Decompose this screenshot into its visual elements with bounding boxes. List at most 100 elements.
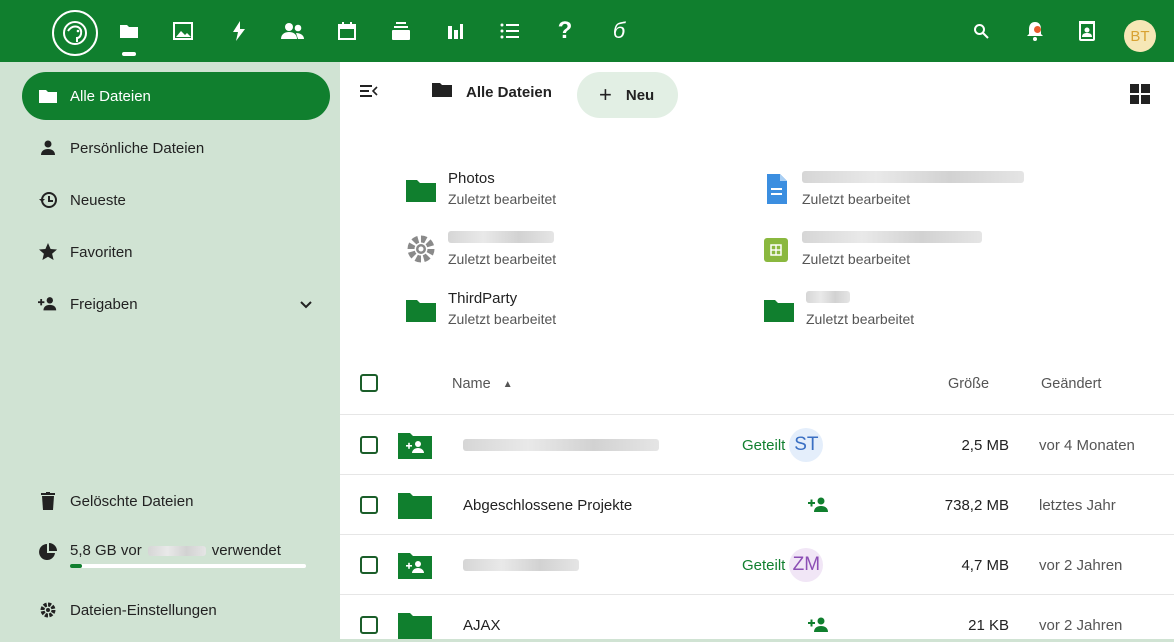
search-icon[interactable] bbox=[968, 18, 994, 44]
new-button[interactable]: + Neu bbox=[577, 72, 678, 118]
recent-item-folder[interactable]: Zuletzt bearbeitet bbox=[764, 290, 914, 327]
recent-item-name-redacted bbox=[802, 171, 1024, 183]
folder-icon bbox=[398, 595, 432, 642]
chevron-down-icon[interactable] bbox=[300, 296, 312, 313]
shared-label[interactable]: Geteilt bbox=[742, 557, 785, 574]
breadcrumb-label: Alle Dateien bbox=[466, 83, 552, 101]
gear-icon bbox=[38, 600, 58, 620]
sidebar-item-settings[interactable]: Dateien-Einstellungen bbox=[22, 586, 330, 634]
file-modified: vor 2 Jahren bbox=[1039, 556, 1123, 574]
quota-text: 5,8 GB vor verwendet bbox=[70, 542, 281, 559]
sidebar-quota[interactable]: 5,8 GB vor verwendet bbox=[22, 528, 330, 576]
sidebar-item-label: Alle Dateien bbox=[70, 87, 151, 105]
contacts-app-icon[interactable] bbox=[280, 18, 306, 44]
recent-item-photos[interactable]: Photos Zuletzt bearbeitet bbox=[406, 170, 556, 207]
recent-item-name-redacted bbox=[802, 231, 982, 243]
share-icon bbox=[38, 294, 58, 314]
file-name[interactable]: Abgeschlossene Projekte bbox=[463, 475, 632, 535]
sidebar-item-trash[interactable]: Gelöschte Dateien bbox=[22, 477, 330, 525]
quota-progress-fill bbox=[70, 564, 82, 568]
recent-item-sub: Zuletzt bearbeitet bbox=[802, 191, 911, 207]
tasks-app-icon[interactable] bbox=[497, 18, 523, 44]
row-checkbox[interactable] bbox=[360, 436, 378, 454]
quota-total-redacted bbox=[147, 545, 206, 556]
sort-ascending-icon: ▲ bbox=[502, 378, 513, 390]
sidebar-item-shares[interactable]: Freigaben bbox=[22, 280, 330, 328]
table-row[interactable]: Abgeschlossene Projekte 738,2 MB letztes… bbox=[340, 474, 1174, 534]
row-checkbox[interactable] bbox=[360, 556, 378, 574]
file-name-redacted bbox=[463, 559, 579, 571]
file-name[interactable]: AJAX bbox=[463, 595, 501, 642]
row-checkbox[interactable] bbox=[360, 496, 378, 514]
select-all-checkbox[interactable] bbox=[360, 374, 378, 392]
sidebar-item-label: Neueste bbox=[70, 191, 126, 209]
active-app-indicator bbox=[122, 52, 136, 56]
pie-chart-icon bbox=[38, 542, 58, 562]
sidebar-item-recent[interactable]: Neueste bbox=[22, 176, 330, 224]
sidebar-item-label: Freigaben bbox=[70, 295, 138, 313]
recent-item-document[interactable]: Zuletzt bearbeitet bbox=[764, 170, 1024, 207]
top-bar: ? б BT bbox=[0, 0, 1174, 62]
column-name-label: Name bbox=[452, 376, 491, 392]
recent-item-sub: Zuletzt bearbeitet bbox=[448, 311, 557, 327]
notes-app-icon[interactable]: б bbox=[606, 18, 632, 44]
grid-view-icon[interactable] bbox=[1130, 84, 1150, 109]
files-app-icon[interactable] bbox=[116, 18, 142, 44]
recent-item-sub: Zuletzt bearbeitet bbox=[806, 311, 915, 327]
main-content: Alle Dateien + Neu Photos Zuletzt bearbe… bbox=[340, 62, 1174, 639]
recent-item-name-redacted bbox=[806, 291, 850, 303]
column-size-label: Größe bbox=[948, 376, 990, 392]
file-size: 2,5 MB bbox=[961, 436, 1009, 454]
plus-icon: + bbox=[599, 82, 612, 107]
quota-used: 5,8 GB vor bbox=[70, 542, 142, 559]
sidebar: Alle Dateien Persönliche Dateien Neueste… bbox=[12, 62, 340, 639]
notification-dot bbox=[1034, 26, 1041, 33]
row-checkbox[interactable] bbox=[360, 616, 378, 634]
file-size: 21 KB bbox=[968, 616, 1009, 634]
share-avatar[interactable]: ZM bbox=[789, 548, 824, 582]
user-avatar[interactable]: BT bbox=[1124, 20, 1156, 52]
nextcloud-logo[interactable] bbox=[52, 10, 98, 56]
history-icon bbox=[38, 190, 58, 210]
calendar-app-icon[interactable] bbox=[334, 18, 360, 44]
sidebar-item-all-files[interactable]: Alle Dateien bbox=[22, 72, 330, 120]
shared-label[interactable]: Geteilt bbox=[742, 437, 785, 454]
sidebar-item-favorites[interactable]: Favoriten bbox=[22, 228, 330, 276]
sidebar-item-label: Dateien-Einstellungen bbox=[70, 601, 217, 619]
analytics-app-icon[interactable] bbox=[442, 18, 468, 44]
share-action-icon[interactable] bbox=[808, 595, 830, 642]
recent-item-sub: Zuletzt bearbeitet bbox=[448, 251, 557, 267]
quota-suffix: verwendet bbox=[211, 542, 281, 559]
quota-progress-bar bbox=[70, 564, 306, 568]
sidebar-item-label: Persönliche Dateien bbox=[70, 139, 205, 157]
recent-item-sub: Zuletzt bearbeitet bbox=[448, 191, 557, 207]
table-row[interactable]: AJAX 21 KB vor 2 Jahren bbox=[340, 594, 1174, 642]
star-icon bbox=[38, 242, 58, 262]
help-app-icon[interactable]: ? bbox=[552, 17, 578, 44]
folder-icon bbox=[764, 300, 794, 322]
share-action-icon[interactable] bbox=[808, 475, 830, 535]
toggle-navigation-icon[interactable] bbox=[360, 84, 380, 104]
sidebar-item-personal-files[interactable]: Persönliche Dateien bbox=[22, 124, 330, 172]
breadcrumb[interactable]: Alle Dateien bbox=[432, 82, 552, 102]
recent-item-settings-file[interactable]: Zuletzt bearbeitet bbox=[404, 230, 556, 267]
column-header-name[interactable]: Name ▲ bbox=[452, 362, 513, 406]
table-row[interactable]: Geteilt ZM 4,7 MB vor 2 Jahren bbox=[340, 534, 1174, 594]
trash-icon bbox=[38, 491, 58, 511]
sidebar-item-label: Favoriten bbox=[70, 243, 133, 261]
column-header-modified[interactable]: Geändert bbox=[1041, 362, 1101, 406]
folder-icon bbox=[432, 82, 452, 102]
recent-item-name: Photos bbox=[448, 170, 495, 187]
deck-app-icon[interactable] bbox=[388, 18, 414, 44]
recent-item-thirdparty[interactable]: ThirdParty Zuletzt bearbeitet bbox=[406, 290, 556, 327]
table-row[interactable]: Geteilt ST 2,5 MB vor 4 Monaten bbox=[340, 414, 1174, 474]
file-modified: vor 2 Jahren bbox=[1039, 616, 1123, 634]
file-modified: letztes Jahr bbox=[1039, 496, 1116, 514]
recent-item-spreadsheet[interactable]: Zuletzt bearbeitet bbox=[764, 230, 982, 267]
activity-app-icon[interactable] bbox=[226, 18, 252, 44]
photos-app-icon[interactable] bbox=[170, 18, 196, 44]
file-size: 738,2 MB bbox=[944, 496, 1009, 514]
contacts-menu-icon[interactable] bbox=[1074, 18, 1100, 44]
column-header-size[interactable]: Größe bbox=[948, 362, 989, 406]
share-avatar[interactable]: ST bbox=[789, 428, 824, 462]
